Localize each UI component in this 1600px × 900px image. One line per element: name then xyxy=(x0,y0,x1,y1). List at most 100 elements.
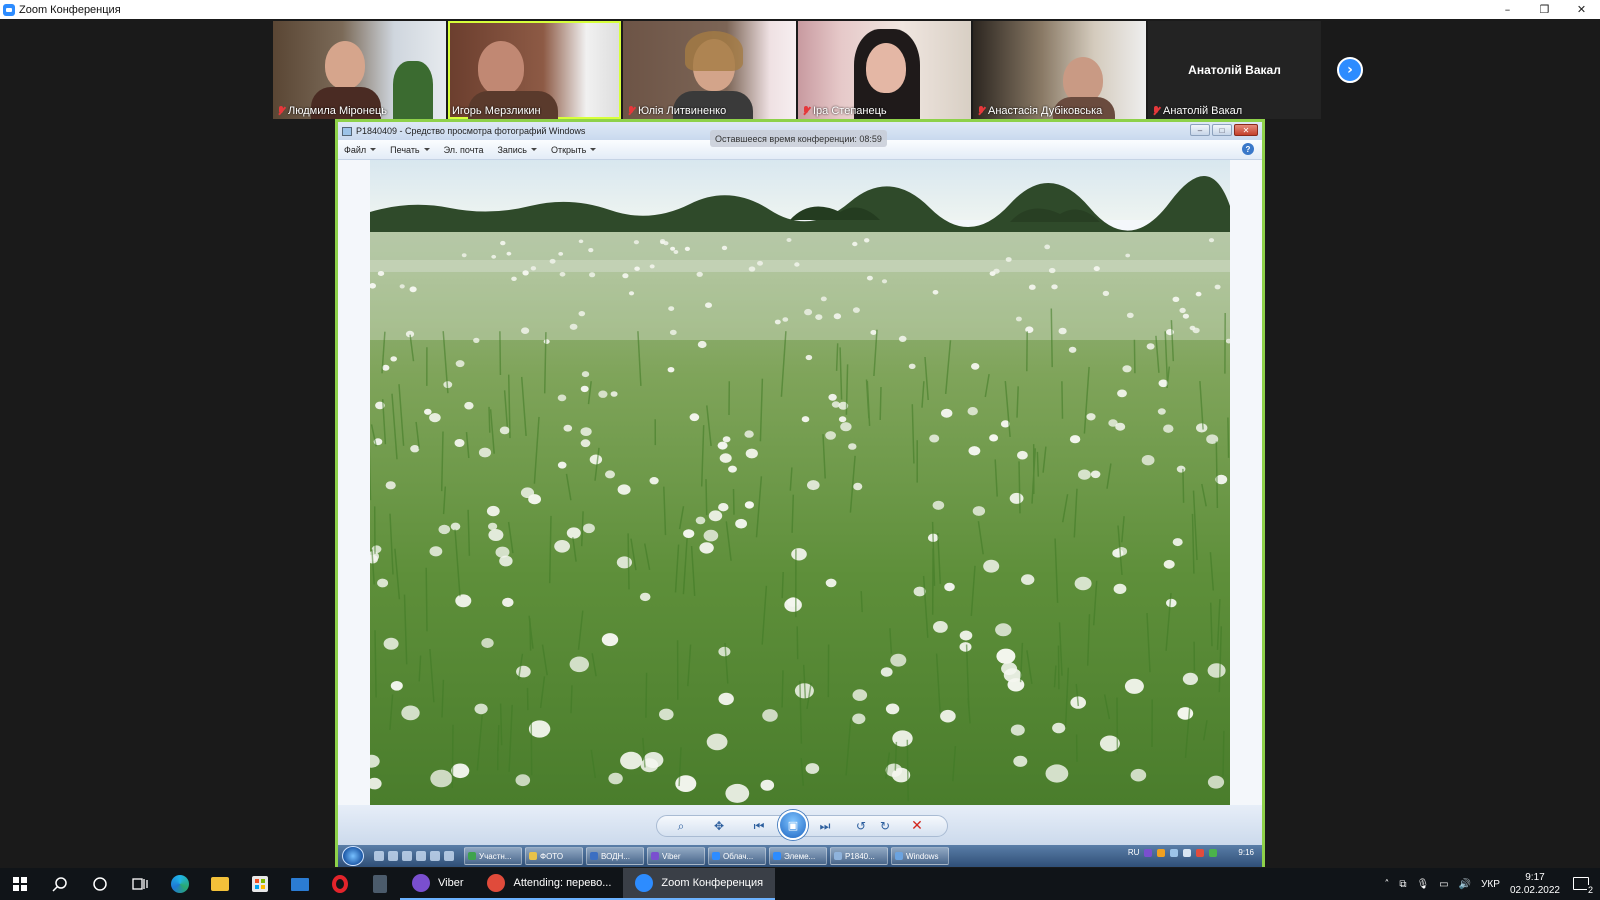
win7-task-button[interactable]: ФОТО xyxy=(525,847,583,865)
tray-icon[interactable] xyxy=(1196,848,1205,857)
taskbar-app-button[interactable]: Zoom Конференция xyxy=(623,868,776,900)
taskbar-app-button[interactable]: Attending: перево... xyxy=(475,868,624,900)
flower-shape xyxy=(908,363,916,369)
volume-icon[interactable] xyxy=(1183,848,1192,857)
flower-shape xyxy=(488,522,498,531)
rotate-right-icon[interactable]: ↻ xyxy=(876,817,894,835)
win7-task-button[interactable]: P1840... xyxy=(830,847,888,865)
task-view-icon[interactable] xyxy=(120,868,160,900)
file-explorer-icon[interactable] xyxy=(200,868,240,900)
flower-shape xyxy=(696,271,703,277)
flower-shape xyxy=(721,245,728,251)
participant-tile[interactable]: Анастасія Дубіковська xyxy=(973,21,1146,119)
participant-tile[interactable]: Іра Степанець xyxy=(798,21,971,119)
flower-shape xyxy=(668,306,675,311)
win7-language[interactable]: RU xyxy=(1128,848,1140,857)
flower-shape xyxy=(744,501,754,509)
minimize-icon[interactable]: – xyxy=(1190,124,1210,136)
flower-shape xyxy=(848,443,857,450)
notification-center-icon[interactable]: 2 xyxy=(1570,873,1594,895)
task-label: P1840... xyxy=(845,851,875,861)
menu-email[interactable]: Эл. почта xyxy=(444,145,484,155)
store-icon[interactable] xyxy=(240,868,280,900)
windows-start-icon[interactable] xyxy=(0,868,40,900)
tray-icon[interactable] xyxy=(1170,848,1179,857)
search-icon[interactable] xyxy=(40,868,80,900)
win7-task-button[interactable]: Viber xyxy=(647,847,705,865)
help-icon[interactable]: ? xyxy=(1242,143,1254,155)
clock[interactable]: 9:17 02.02.2022 xyxy=(1510,871,1560,897)
win7-task-button[interactable]: Облач... xyxy=(708,847,766,865)
delete-icon[interactable]: ✕ xyxy=(908,817,926,835)
quick-launch-icon[interactable] xyxy=(430,851,440,861)
win7-start-button[interactable] xyxy=(342,846,364,866)
flower-shape xyxy=(852,307,860,313)
viber-tray-icon[interactable] xyxy=(1144,848,1153,857)
volume-icon[interactable]: 🔊 xyxy=(1459,879,1471,890)
win7-task-button[interactable]: Windows xyxy=(891,847,949,865)
chevron-up-icon[interactable]: ˄ xyxy=(1384,879,1389,890)
win7-task-button[interactable]: ВОДН... xyxy=(586,847,644,865)
language-indicator[interactable]: УКР xyxy=(1481,879,1500,890)
flower-shape xyxy=(971,363,980,370)
flower-shape xyxy=(454,439,465,447)
cortana-icon[interactable] xyxy=(80,868,120,900)
flower-shape xyxy=(450,522,461,531)
calculator-icon[interactable] xyxy=(360,868,400,900)
win7-task-button[interactable]: Элеме... xyxy=(769,847,827,865)
task-label: ФОТО xyxy=(540,851,564,861)
close-button[interactable]: ✕ xyxy=(1563,0,1600,19)
flower-shape xyxy=(717,441,728,450)
menu-open[interactable]: Открыть xyxy=(551,145,597,155)
network-share-icon[interactable]: ⧉ xyxy=(1399,879,1406,890)
flower-shape xyxy=(1028,284,1036,290)
restore-button[interactable]: ❐ xyxy=(1526,0,1563,19)
close-icon[interactable]: ✕ xyxy=(1234,124,1258,136)
quick-launch-icon[interactable] xyxy=(416,851,426,861)
grass-blade xyxy=(705,479,708,516)
flower-shape xyxy=(1116,547,1128,556)
maximize-icon[interactable]: □ xyxy=(1212,124,1232,136)
menu-file[interactable]: Файл xyxy=(344,145,377,155)
edge-icon[interactable] xyxy=(160,868,200,900)
mic-muted-icon xyxy=(802,106,810,116)
tray-icon[interactable] xyxy=(1157,848,1166,857)
opera-icon[interactable] xyxy=(320,868,360,900)
flower-shape xyxy=(852,241,858,247)
previous-icon[interactable]: ⏮ xyxy=(750,817,768,835)
next-icon[interactable]: ⏭ xyxy=(816,817,834,835)
network-icon[interactable]: ▭ xyxy=(1439,879,1448,890)
quick-launch-icon[interactable] xyxy=(444,851,454,861)
fit-icon[interactable]: ✥ xyxy=(710,817,728,835)
menu-burn[interactable]: Запись xyxy=(497,145,537,155)
taskbar-app-button[interactable]: Viber xyxy=(400,868,476,900)
flower-shape xyxy=(683,529,695,538)
menu-print[interactable]: Печать xyxy=(390,145,430,155)
photo-canvas xyxy=(338,160,1262,805)
flower-shape xyxy=(578,311,586,317)
win7-clock[interactable]: 9:16 xyxy=(1238,848,1254,857)
app-icon xyxy=(412,874,430,892)
zoom-icon[interactable]: ⌕ xyxy=(672,817,690,835)
microphone-icon[interactable]: 🎙 xyxy=(1416,879,1429,890)
participant-tile[interactable]: Юлія Литвиненко xyxy=(623,21,796,119)
participant-tile-active[interactable]: Игорь Мерзликин xyxy=(448,21,621,119)
win7-task-button[interactable]: Участн... xyxy=(464,847,522,865)
quick-launch-icon[interactable] xyxy=(388,851,398,861)
tray-icon[interactable] xyxy=(1209,848,1218,857)
quick-launch-icon[interactable] xyxy=(374,851,384,861)
flower-shape xyxy=(831,401,840,408)
flower-shape xyxy=(735,518,747,529)
mail-icon[interactable] xyxy=(280,868,320,900)
participant-tile[interactable]: Людмила Міронець xyxy=(273,21,446,119)
grass-blade xyxy=(570,685,573,714)
flower-shape xyxy=(478,447,492,458)
quick-launch-icon[interactable] xyxy=(402,851,412,861)
flower-shape xyxy=(719,453,732,463)
rotate-left-icon[interactable]: ↺ xyxy=(852,817,870,835)
participant-tile-video-off[interactable]: Анатолій Вакал Анатолій Вакал xyxy=(1148,21,1321,119)
chevron-right-icon[interactable]: › xyxy=(1337,57,1363,83)
slideshow-icon[interactable]: ▣ xyxy=(778,810,808,840)
minimize-button[interactable]: – xyxy=(1489,0,1526,19)
flower-shape xyxy=(929,434,940,443)
